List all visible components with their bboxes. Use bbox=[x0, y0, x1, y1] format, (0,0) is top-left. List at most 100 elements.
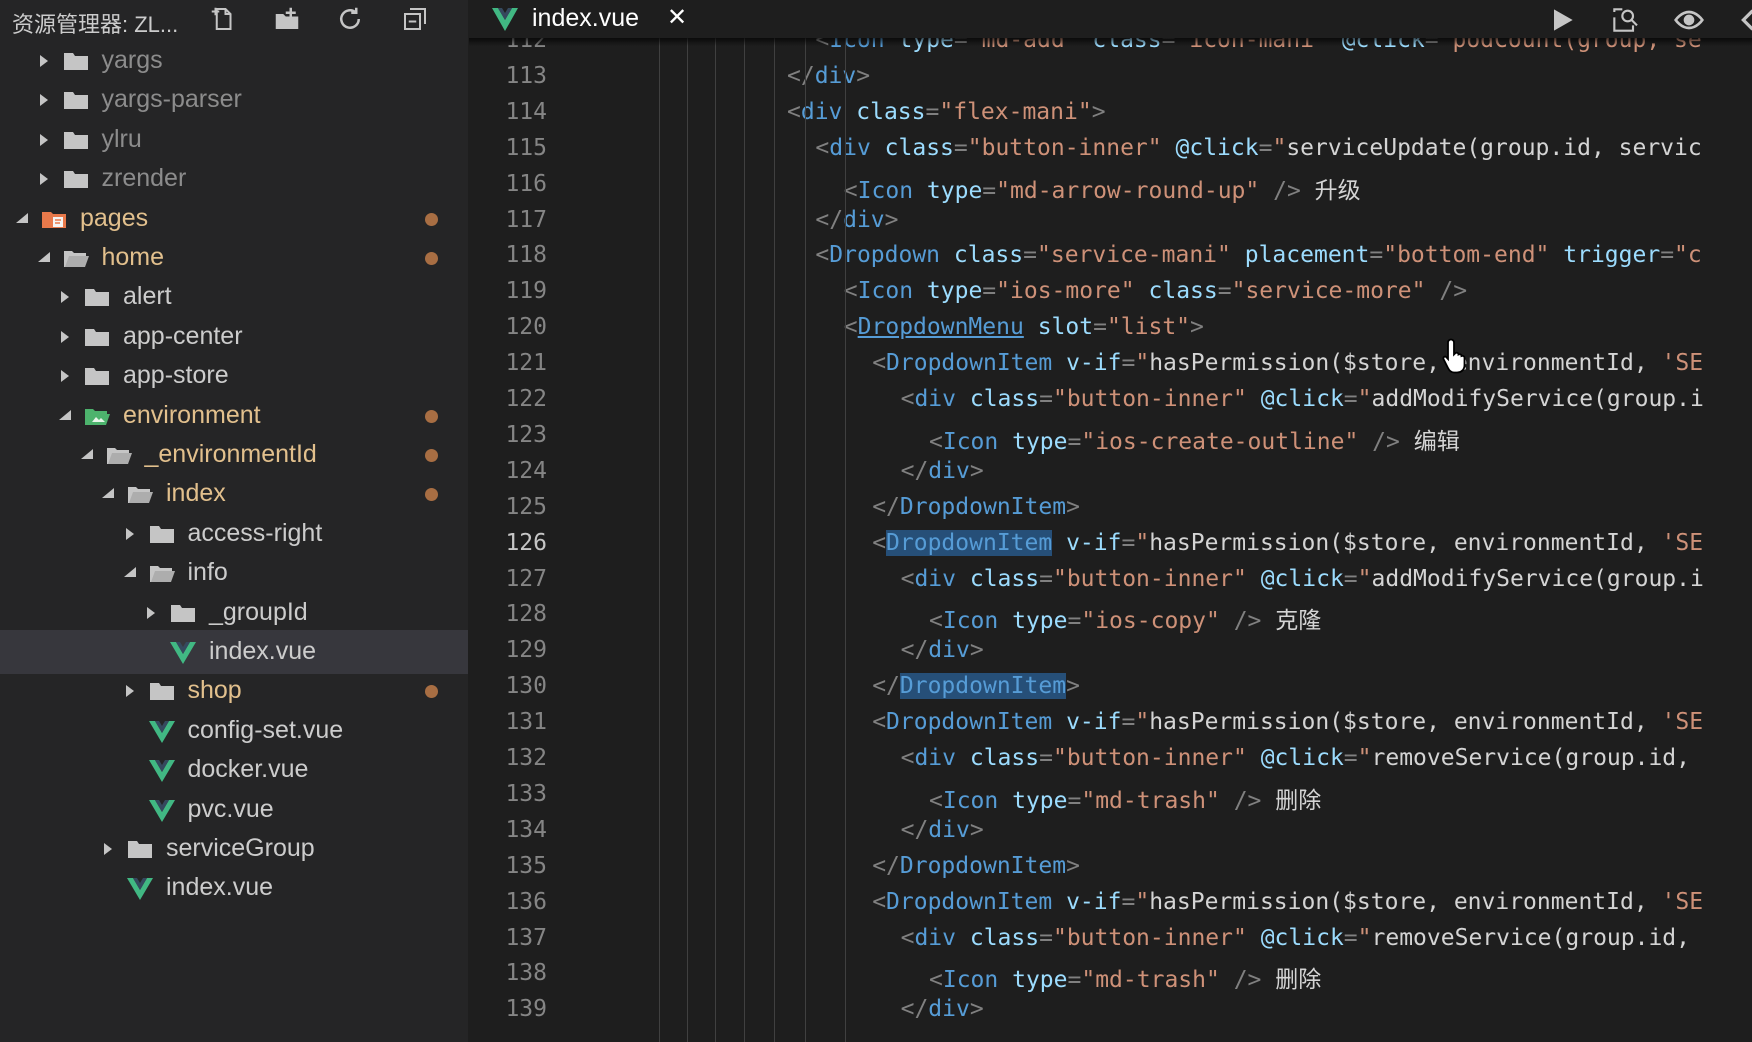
tree-item-pvc-vue[interactable]: pvc.vue bbox=[0, 788, 468, 832]
new-folder-icon[interactable] bbox=[272, 4, 302, 34]
code-token: Icon bbox=[942, 608, 999, 635]
chevron-right-icon[interactable] bbox=[35, 170, 53, 188]
code-token: serviceUpdate(group.id, servic bbox=[1286, 134, 1702, 161]
code-token: </ bbox=[815, 206, 844, 233]
code-line[interactable]: <Icon type="md-trash" /> 删除 bbox=[929, 960, 1321, 996]
code-line[interactable]: </DropdownItem> bbox=[872, 673, 1080, 709]
line-number: 118 bbox=[505, 242, 547, 269]
tree-item-app-store[interactable]: app-store bbox=[0, 354, 468, 398]
chevron-right-icon[interactable] bbox=[35, 52, 53, 70]
code-line[interactable]: <DropdownItem v-if="hasPermission($store… bbox=[872, 529, 1704, 566]
code-line[interactable]: </DropdownItem> bbox=[872, 853, 1080, 889]
code-token: "ios-create-outline" bbox=[1081, 428, 1359, 455]
code-token: "button-inner" bbox=[1052, 386, 1247, 412]
tree-item-info[interactable]: info bbox=[0, 551, 468, 595]
code-token: " bbox=[1272, 134, 1287, 161]
preview-icon[interactable] bbox=[1609, 4, 1641, 36]
code-line[interactable]: <Icon type="md-arrow-round-up" /> 升级 bbox=[844, 171, 1361, 207]
code-line[interactable]: <DropdownMenu slot="list"> bbox=[844, 314, 1204, 350]
new-file-icon[interactable] bbox=[208, 4, 238, 34]
code-line[interactable]: </div> bbox=[901, 458, 984, 494]
code-line[interactable]: </div> bbox=[787, 63, 870, 99]
tree-item-yargs-parser[interactable]: yargs-parser bbox=[0, 78, 468, 122]
tab-bar: index.vue ✕ bbox=[469, 0, 1752, 38]
tree-item-label: yargs bbox=[101, 46, 163, 74]
tree-item-config-set-vue[interactable]: config-set.vue bbox=[0, 709, 468, 753]
code-token: 'SE bbox=[1661, 529, 1704, 556]
chevron-down-icon[interactable] bbox=[121, 564, 139, 582]
code-line[interactable]: </div> bbox=[901, 637, 984, 673]
tree-item-docker-vue[interactable]: docker.vue bbox=[0, 748, 468, 792]
tree-item-environmentid[interactable]: _environmentId bbox=[0, 433, 468, 477]
code-token: /> bbox=[1233, 787, 1262, 814]
tree-item-index[interactable]: index bbox=[0, 472, 468, 516]
tree-item-shop[interactable]: shop bbox=[0, 669, 468, 713]
code-line[interactable]: </DropdownItem> bbox=[872, 494, 1080, 530]
folder-icon bbox=[83, 283, 111, 311]
chevron-right-icon[interactable] bbox=[121, 525, 139, 543]
code-line[interactable]: <DropdownItem v-if="hasPermission($store… bbox=[872, 350, 1703, 386]
tree-item-servicegroup[interactable]: serviceGroup bbox=[0, 827, 468, 871]
chevron-right-icon[interactable] bbox=[56, 288, 74, 306]
tree-item-index-vue[interactable]: index.vue bbox=[0, 866, 468, 910]
tree-item-index-vue[interactable]: index.vue bbox=[0, 630, 468, 674]
chevron-right-icon[interactable] bbox=[56, 328, 74, 346]
chevron-right-icon[interactable] bbox=[35, 131, 53, 149]
code-token: hasPermission($store, environmentId, bbox=[1149, 709, 1662, 736]
eye-icon[interactable] bbox=[1673, 4, 1705, 36]
tree-item-environment[interactable]: environment bbox=[0, 394, 468, 438]
chevron-right-icon[interactable] bbox=[99, 840, 117, 858]
chevron-down-icon[interactable] bbox=[56, 407, 74, 425]
modified-dot bbox=[425, 488, 438, 502]
tree-item-access-right[interactable]: access-right bbox=[0, 512, 468, 556]
code-line[interactable]: <div class="button-inner" @click="addMod… bbox=[901, 566, 1704, 602]
code-line[interactable]: <DropdownItem v-if="hasPermission($store… bbox=[872, 889, 1703, 925]
chevron-down-icon[interactable] bbox=[35, 249, 53, 267]
code-line[interactable]: <DropdownItem v-if="hasPermission($store… bbox=[872, 709, 1703, 745]
refresh-icon[interactable] bbox=[335, 4, 365, 34]
hand-pointer-icon bbox=[1442, 336, 1472, 376]
code-token: > bbox=[856, 62, 871, 89]
chevron-down-icon[interactable] bbox=[13, 210, 31, 228]
code-line[interactable]: <div class="button-inner" @click="remove… bbox=[901, 745, 1704, 781]
code-token: /> bbox=[1233, 608, 1262, 635]
tree-item-groupid[interactable]: _groupId bbox=[0, 591, 468, 635]
code-line[interactable]: </div> bbox=[901, 817, 984, 853]
collapse-all-icon[interactable] bbox=[400, 4, 430, 34]
tab-index-vue[interactable]: index.vue ✕ bbox=[469, 0, 699, 38]
tree-item-ylru[interactable]: ylru bbox=[0, 118, 468, 162]
chevron-right-icon[interactable] bbox=[56, 367, 74, 385]
close-icon[interactable]: ✕ bbox=[667, 3, 687, 32]
tree-item-zrender[interactable]: zrender bbox=[0, 157, 468, 201]
tree-item-pages[interactable]: pages bbox=[0, 197, 468, 241]
code-token: type bbox=[1012, 787, 1068, 814]
chevron-down-icon[interactable] bbox=[99, 485, 117, 503]
code-line[interactable]: <Icon type="md-trash" /> 删除 bbox=[929, 781, 1321, 817]
more-icon[interactable] bbox=[1734, 4, 1752, 36]
chevron-right-icon[interactable] bbox=[142, 604, 160, 622]
chevron-right-icon[interactable] bbox=[35, 91, 53, 109]
code-line[interactable]: </div> bbox=[901, 996, 984, 1032]
code-token: type bbox=[1012, 967, 1068, 994]
code-line[interactable]: </div> bbox=[815, 207, 898, 243]
code-line[interactable]: <div class="button-inner" @click="remove… bbox=[901, 925, 1704, 961]
code-line[interactable]: <Icon type="ios-more" class="service-mor… bbox=[844, 278, 1467, 314]
code-line[interactable]: <div class="flex-mani"> bbox=[787, 99, 1106, 135]
indent-guide bbox=[774, 38, 775, 1042]
code-line[interactable]: <div class="button-inner" @click="servic… bbox=[815, 135, 1701, 171]
code-line[interactable]: <Icon type="ios-copy" /> 克隆 bbox=[929, 601, 1321, 637]
chevron-right-icon[interactable] bbox=[121, 682, 139, 700]
code-token: > bbox=[969, 816, 984, 843]
code-line[interactable]: <Icon type="ios-create-outline" /> 编辑 bbox=[929, 422, 1460, 458]
run-icon[interactable] bbox=[1546, 4, 1578, 36]
code-token: class bbox=[969, 924, 1040, 951]
tree-item-yargs[interactable]: yargs bbox=[0, 39, 468, 83]
tree-item-app-center[interactable]: app-center bbox=[0, 315, 468, 359]
chevron-down-icon[interactable] bbox=[78, 446, 96, 464]
code-line[interactable]: <Dropdown class="service-mani" placement… bbox=[815, 242, 1701, 278]
code-line[interactable]: <div class="button-inner" @click="addMod… bbox=[901, 386, 1704, 422]
tree-item-alert[interactable]: alert bbox=[0, 275, 468, 319]
tree-item-label: index.vue bbox=[166, 873, 274, 902]
tree-item-home[interactable]: home bbox=[0, 236, 468, 280]
